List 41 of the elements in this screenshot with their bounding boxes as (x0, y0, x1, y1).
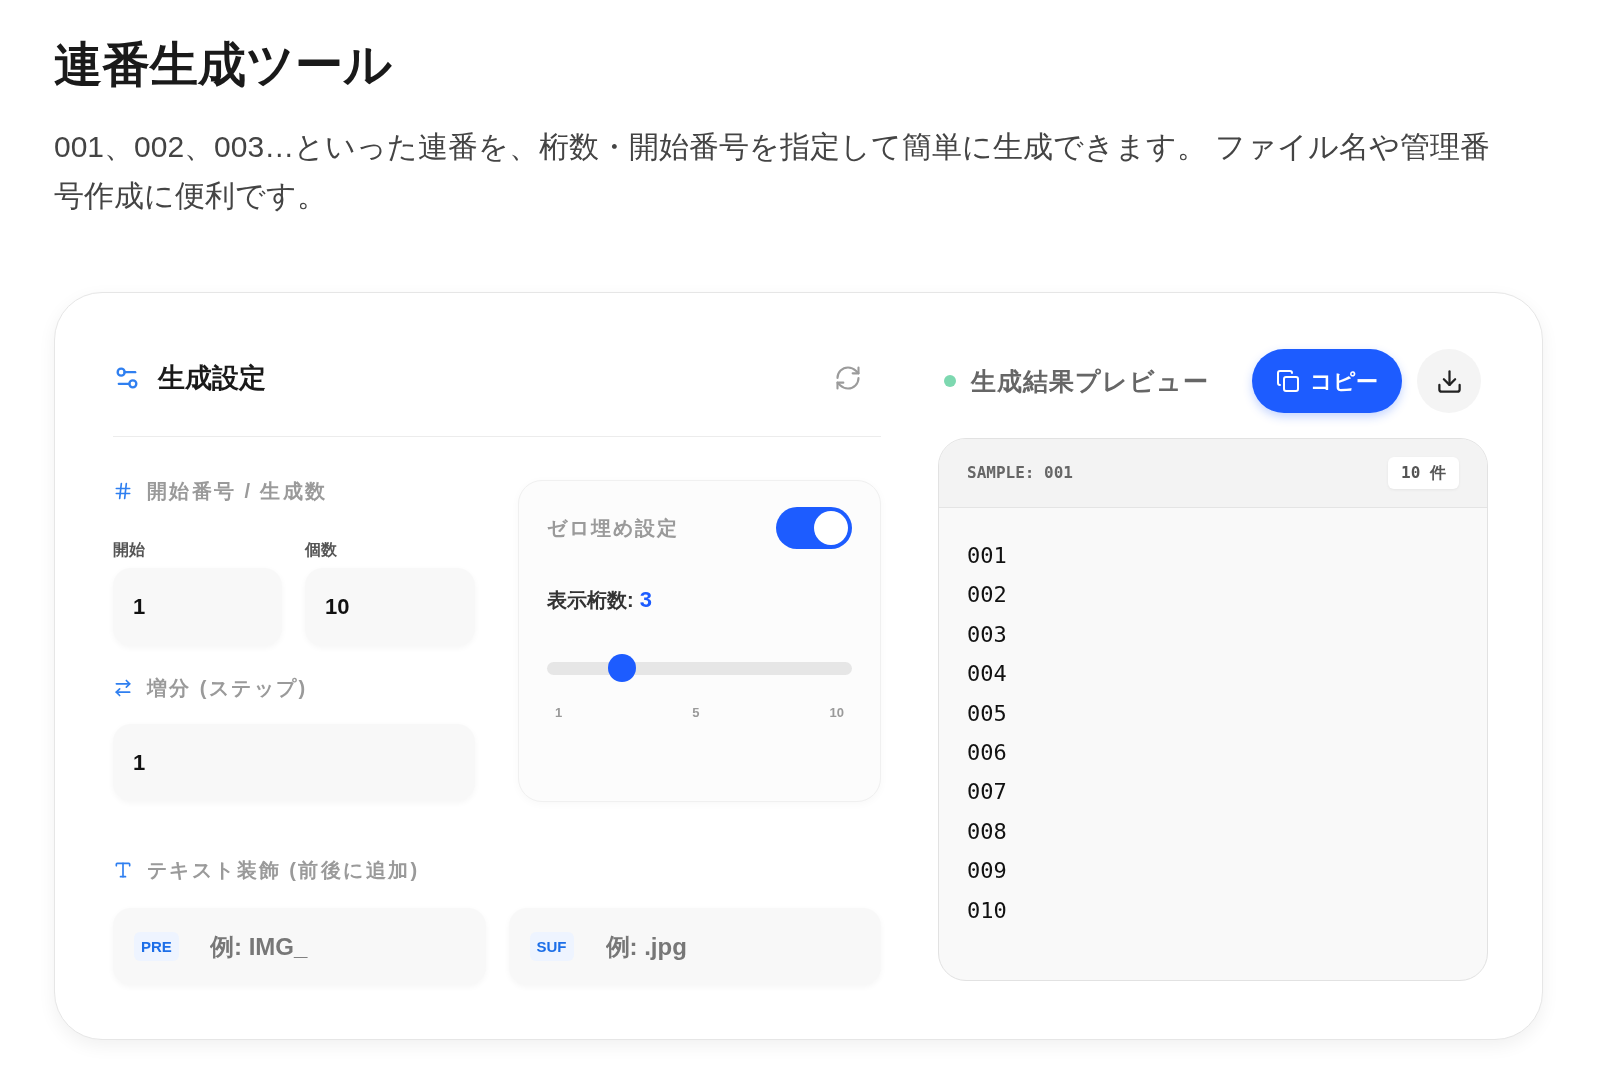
digits-label: 表示桁数: (547, 588, 634, 612)
sequence-number: 009 (967, 857, 1007, 886)
copy-button[interactable]: コピー (1252, 349, 1402, 413)
text-icon (113, 860, 133, 880)
page-title: 連番生成ツール (54, 37, 392, 93)
zero-padding-label: ゼロ埋め設定 (547, 516, 679, 540)
copy-icon (1276, 369, 1300, 393)
sequence-number: 005 (967, 699, 1007, 728)
settings-title: 生成設定 (158, 362, 266, 394)
tick-label: 1 (555, 705, 563, 721)
section-label: 増分 (ステップ) (147, 677, 308, 699)
number-input[interactable]: 1 (113, 568, 282, 646)
tick-label: 10 (829, 705, 844, 721)
sequence-number: 001 (967, 542, 1007, 570)
sequence-number: 008 (967, 817, 1007, 846)
toggle-switch[interactable] (776, 507, 852, 549)
preview-title: 生成結果プレビュー (971, 366, 1209, 396)
download-icon (1435, 367, 1463, 395)
affix-tag: SUF (529, 932, 574, 961)
tick-label: 5 (692, 705, 700, 721)
section-label: テキスト装飾 (前後に追加) (147, 859, 420, 881)
refresh-icon (834, 364, 862, 392)
sequence-number: 004 (967, 660, 1007, 689)
sequence-number: 003 (967, 620, 1007, 649)
number-input[interactable]: 10 (305, 568, 475, 646)
item-count: 10 件 (1388, 457, 1459, 489)
swap-arrows-icon (113, 678, 133, 698)
section-label: 開始番号 / 生成数 (147, 480, 328, 502)
page-description: 001、002、003…といった連番を、桁数・開始番号を指定して簡単に生成できます。 ファイル名や管理番号作成に便利です。 (54, 129, 1492, 214)
affix-tag: PRE (134, 932, 179, 961)
number-input[interactable]: 1 (113, 724, 475, 801)
hash-icon (113, 481, 133, 501)
sequence-number: 002 (967, 581, 1007, 610)
digits-value: 3 (639, 588, 652, 612)
sample-label: SAMPLE: 001 (967, 463, 1073, 483)
sequence-number: 007 (967, 778, 1007, 807)
field-label: 開始 (113, 540, 145, 560)
field-label: 個数 (305, 540, 337, 560)
slider-thumb[interactable] (608, 654, 637, 682)
sequence-number: 006 (967, 739, 1007, 768)
sequence-number: 010 (967, 896, 1007, 925)
